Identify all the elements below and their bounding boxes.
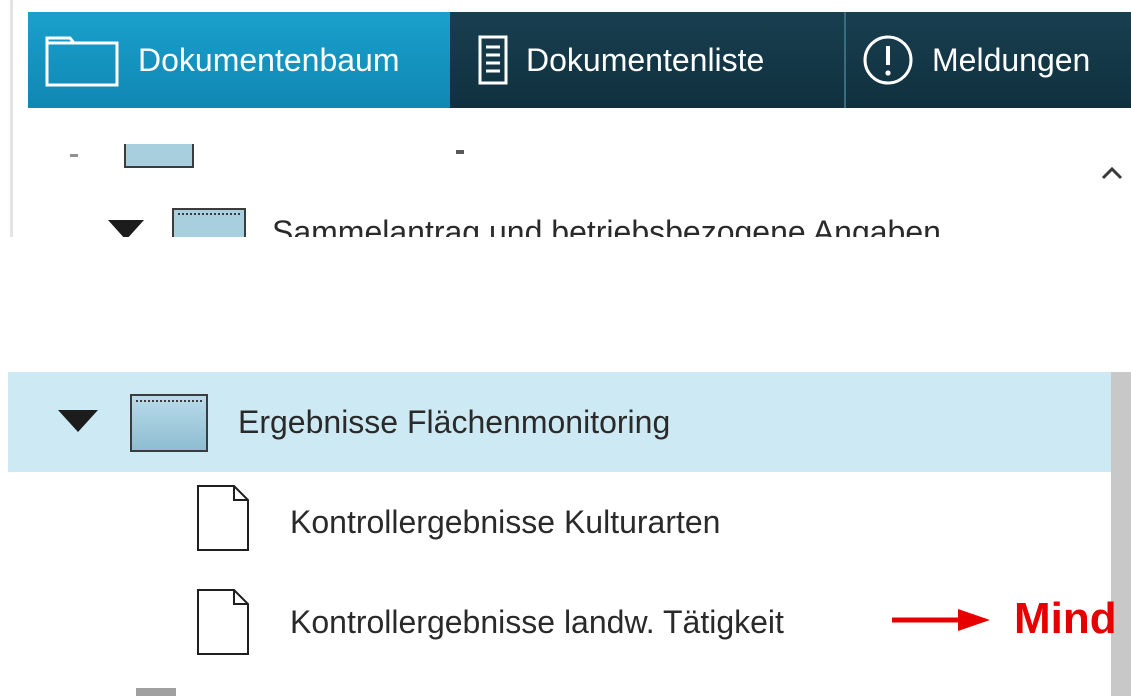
left-border (10, 0, 13, 237)
tree-row-label: Sammelantrag und betriebsbezogene Angabe… (272, 214, 941, 237)
tree-area-top: Sammelantrag und betriebsbezogene Angabe… (28, 108, 1131, 237)
document-label: Kontrollergebnisse Kulturarten (290, 504, 721, 540)
exclamation-circle-icon (862, 34, 914, 86)
tab-meldungen[interactable]: Meldungen (846, 12, 1131, 108)
folder-label: Ergebnisse Flächenmonitoring (238, 404, 671, 440)
document-icon (196, 484, 250, 552)
folder-icon (172, 206, 246, 237)
tab-bar: Dokumentenbaum Dokumentenliste Meldungen (28, 12, 1131, 108)
annotation-text: Mind (1014, 594, 1117, 643)
tab-meldungen-label: Meldungen (932, 41, 1091, 78)
triangle-down-icon[interactable] (108, 220, 144, 237)
tab-dokumentenliste-label: Dokumentenliste (526, 41, 765, 78)
document-label: Kontrollergebnisse landw. Tätigkeit (290, 604, 784, 640)
arrow-right-icon (892, 606, 992, 634)
folder-icon (136, 688, 176, 696)
tab-dokumentenliste[interactable]: Dokumentenliste (450, 12, 846, 108)
folder-icon (130, 392, 208, 452)
folder-icon (124, 123, 194, 168)
tab-dokumentenbaum[interactable]: Dokumentenbaum (28, 12, 450, 108)
document-list-icon (478, 35, 508, 85)
folder-outline-icon (44, 32, 120, 88)
bottom-crop: Ergebnisse Flächenmonitoring Kontrollerg… (0, 372, 1131, 696)
top-crop: Dokumentenbaum Dokumentenliste Meldungen… (0, 0, 1131, 237)
chevron-up-icon[interactable] (1101, 166, 1123, 185)
tree-row-document[interactable]: Kontrollergebnisse Kulturarten (8, 476, 1111, 576)
text-fragment (456, 150, 464, 154)
scrollbar[interactable] (1111, 372, 1131, 696)
document-icon (196, 588, 250, 656)
tab-dokumentenbaum-label: Dokumentenbaum (138, 41, 400, 78)
tree-connector (70, 154, 78, 157)
triangle-down-icon[interactable] (58, 410, 98, 437)
tree-row-folder[interactable]: Ergebnisse Flächenmonitoring (8, 372, 1111, 472)
